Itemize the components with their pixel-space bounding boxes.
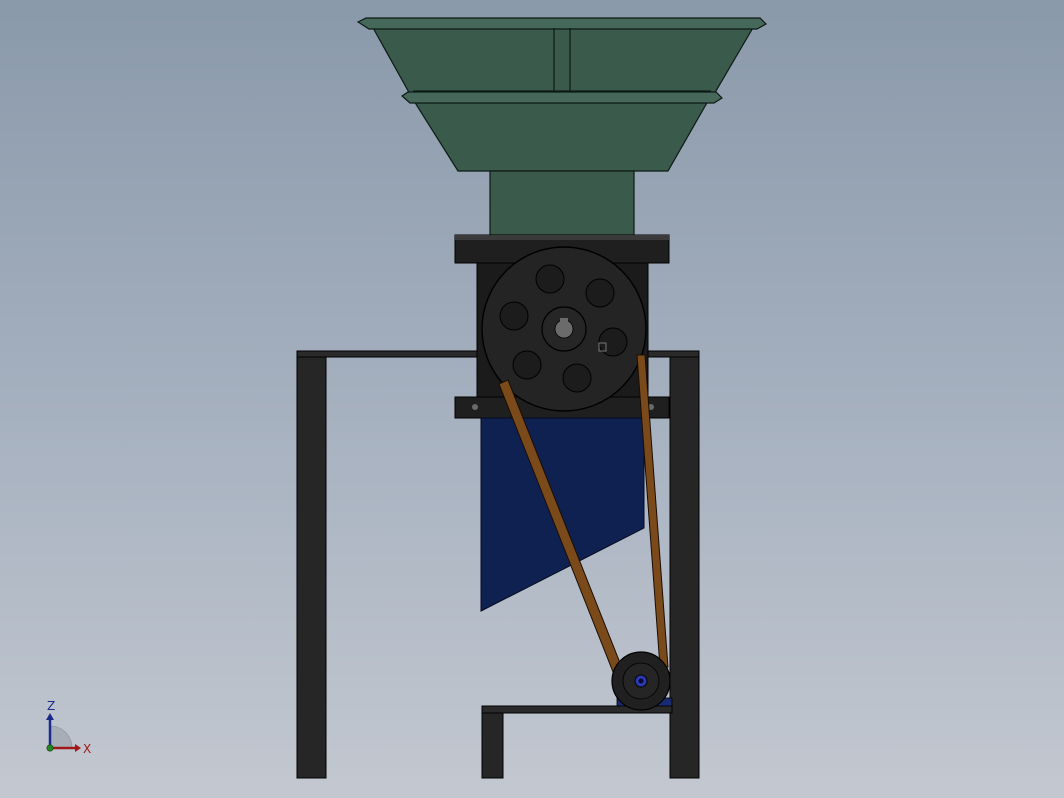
pulley-keyway [560, 318, 568, 323]
triad-origin [46, 744, 54, 752]
pulley-hole-4 [562, 363, 592, 393]
housing-top-flange-edge [455, 235, 669, 240]
frame-right-leg[interactable] [669, 350, 700, 779]
frame-left-leg[interactable] [296, 350, 327, 779]
hopper-upper-body[interactable] [370, 25, 756, 97]
discharge-chute[interactable] [480, 417, 645, 612]
orientation-triad: Z X [46, 699, 91, 756]
pulley-hole-2 [585, 278, 615, 308]
motor-stand-leg[interactable] [481, 705, 504, 779]
triad-x-arrowhead [75, 744, 81, 752]
motor-shaft-center [638, 678, 644, 684]
pulley-hole-6 [499, 301, 529, 331]
triad-quadrant [49, 725, 73, 749]
pulley-hole-3 [598, 327, 628, 357]
hopper-throat[interactable] [489, 170, 635, 237]
pulley-hole-1 [535, 264, 565, 294]
triad-z-label: Z [47, 699, 55, 713]
hopper[interactable] [356, 17, 767, 237]
triad-z-arrowhead [46, 713, 54, 720]
hopper-top-lip[interactable] [356, 17, 767, 30]
pulley-hole-5 [512, 350, 542, 380]
flange-bolt-left [472, 404, 478, 410]
hopper-lower-body[interactable] [412, 100, 710, 172]
triad-x-label: X [83, 742, 91, 756]
cad-viewport[interactable]: Z X [0, 0, 1064, 798]
assembly-model[interactable] [0, 0, 1064, 798]
motor-stand[interactable] [481, 705, 673, 779]
hopper-mid-lip[interactable] [401, 91, 723, 104]
